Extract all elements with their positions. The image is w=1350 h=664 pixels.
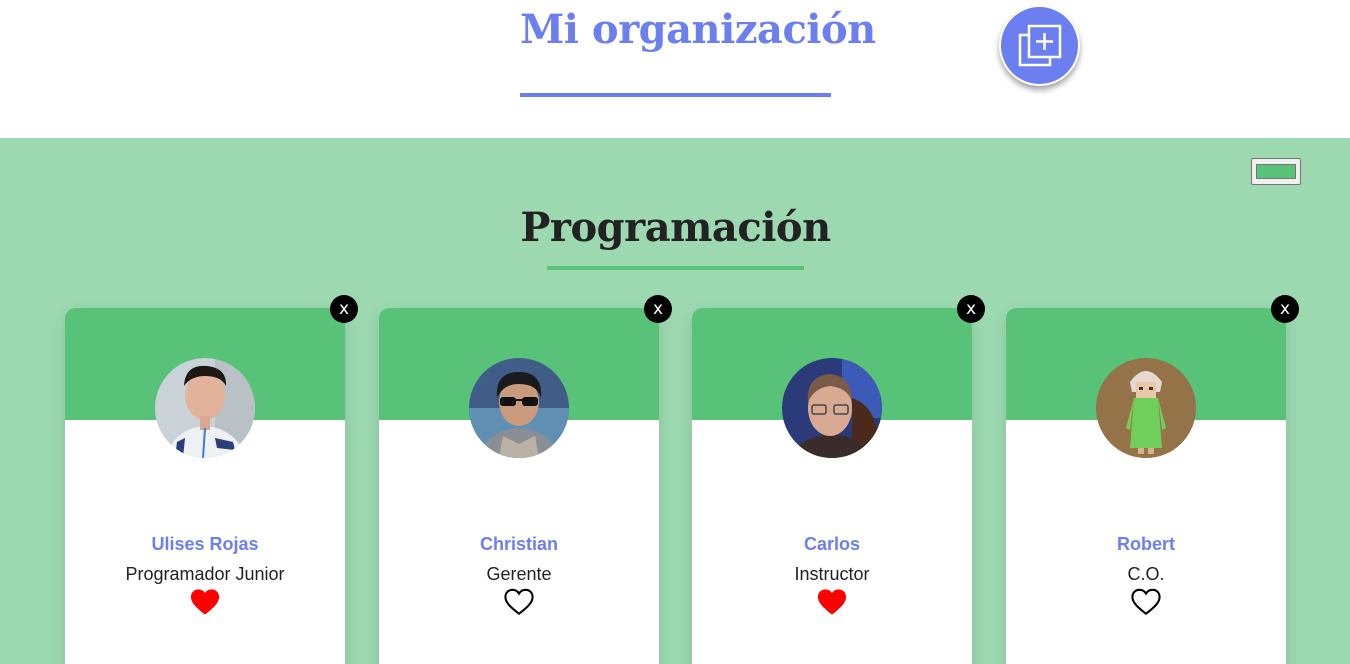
- collaborator-card: Christian Gerente: [379, 308, 659, 664]
- collaborator-card: Ulises Rojas Programador Junior: [65, 308, 345, 664]
- team-title-underline: [547, 266, 804, 270]
- header: Mi organización: [0, 0, 1350, 138]
- delete-collaborator-button[interactable]: x: [1271, 295, 1299, 323]
- avatar: [155, 358, 255, 458]
- delete-collaborator-button[interactable]: x: [957, 295, 985, 323]
- avatar: [782, 358, 882, 458]
- delete-collaborator-button[interactable]: x: [330, 295, 358, 323]
- collaborator-name: Robert: [1117, 534, 1175, 554]
- collaborator-card: Carlos Instructor: [692, 308, 972, 664]
- title-underline: [520, 93, 831, 97]
- color-swatch: [1256, 164, 1296, 179]
- collaborator-role: C.O.: [1127, 564, 1165, 584]
- heart-outline-icon[interactable]: [1131, 588, 1161, 616]
- collaborator-role: Instructor: [794, 564, 870, 584]
- team-color-picker[interactable]: [1251, 158, 1301, 185]
- add-collaborator-button[interactable]: [999, 5, 1080, 86]
- team-title: Programación: [520, 204, 831, 251]
- heart-filled-icon[interactable]: [817, 588, 847, 616]
- heart-filled-icon[interactable]: [190, 588, 220, 616]
- avatar: [1096, 358, 1196, 458]
- collaborator-name: Carlos: [803, 534, 861, 554]
- collaborator-card: Robert C.O.: [1006, 308, 1286, 664]
- collaborator-role: Programador Junior: [125, 564, 285, 584]
- collaborator-name: Christian: [479, 534, 558, 554]
- avatar: [469, 358, 569, 458]
- heart-outline-icon[interactable]: [504, 588, 534, 616]
- add-copy-icon: [1018, 24, 1061, 66]
- page-title: Mi organización: [520, 6, 876, 53]
- collaborator-name: Ulises Rojas: [151, 534, 259, 554]
- team-section: Programación Ulises Rojas Programador Ju…: [0, 138, 1350, 664]
- collaborator-role: Gerente: [486, 564, 552, 584]
- delete-collaborator-button[interactable]: x: [644, 295, 672, 323]
